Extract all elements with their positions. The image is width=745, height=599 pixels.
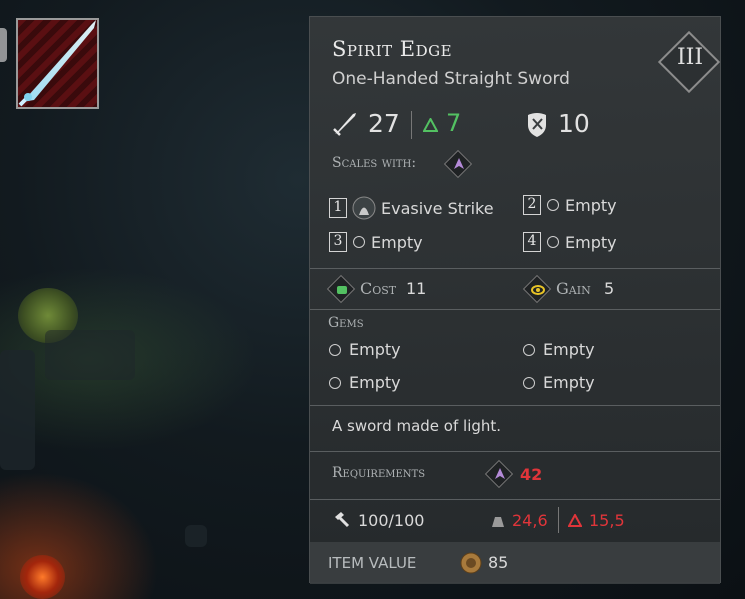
item-value-label: ITEM VALUE bbox=[328, 554, 417, 572]
weight-value: 24,6 bbox=[512, 511, 548, 530]
empty-slot-icon bbox=[547, 236, 559, 248]
section-divider bbox=[310, 405, 720, 406]
slot-label: Evasive Strike bbox=[381, 198, 494, 218]
background-rock bbox=[185, 525, 207, 547]
item-value-footer: ITEM VALUE 85 bbox=[310, 542, 720, 584]
gem-label: Empty bbox=[543, 340, 595, 359]
slot-number: 1 bbox=[329, 198, 347, 218]
damage-value: 27 bbox=[368, 109, 400, 138]
empty-slot-icon bbox=[353, 236, 365, 248]
gem-slot-3[interactable]: Empty bbox=[329, 373, 401, 392]
empty-gem-icon bbox=[523, 376, 535, 389]
scales-with-label: Scales with: bbox=[332, 155, 417, 171]
damage-sword-icon bbox=[333, 113, 356, 136]
damage-bonus-value: 7 bbox=[446, 109, 462, 137]
durability-value: 100/100 bbox=[358, 511, 425, 530]
gems-label: Gems bbox=[328, 315, 364, 331]
cost-label: Cost bbox=[360, 279, 397, 298]
empty-slot-icon bbox=[547, 199, 559, 211]
item-tooltip-panel: Spirit Edge One-Handed Straight Sword II… bbox=[309, 16, 721, 584]
gain-label: Gain bbox=[556, 279, 591, 298]
gem-slot-1[interactable]: Empty bbox=[329, 340, 401, 359]
stagger-value: 10 bbox=[558, 109, 590, 138]
encumbrance-value: 15,5 bbox=[589, 511, 625, 530]
sword-icon bbox=[18, 20, 96, 107]
item-description: A sword made of light. bbox=[332, 417, 502, 435]
equipped-weapon-slot[interactable] bbox=[16, 18, 99, 109]
cost-value: 11 bbox=[406, 279, 427, 298]
stat-divider bbox=[558, 507, 559, 533]
damage-bonus-icon bbox=[423, 118, 438, 132]
item-value-amount: 85 bbox=[488, 553, 509, 572]
empty-gem-icon bbox=[523, 343, 535, 356]
requirement-stat-icon bbox=[495, 468, 505, 479]
slot-number: 4 bbox=[523, 232, 541, 252]
ability-slot-4[interactable]: 4 Empty bbox=[523, 232, 617, 252]
gem-slot-4[interactable]: Empty bbox=[523, 373, 595, 392]
slot-number: 3 bbox=[329, 232, 347, 252]
gem-label: Empty bbox=[543, 373, 595, 392]
slot-number: 2 bbox=[523, 195, 541, 215]
tier-text: III bbox=[676, 45, 704, 70]
section-divider bbox=[310, 499, 720, 500]
item-name: Spirit Edge bbox=[332, 37, 453, 61]
section-divider bbox=[310, 309, 720, 310]
empty-gem-icon bbox=[329, 343, 341, 356]
requirements-label: Requirements bbox=[332, 465, 426, 481]
inventory-side-tab[interactable] bbox=[0, 28, 7, 62]
ability-slot-1[interactable]: 1 Evasive Strike bbox=[329, 195, 494, 221]
ability-slot-3[interactable]: 3 Empty bbox=[329, 232, 423, 252]
gain-value: 5 bbox=[604, 279, 615, 298]
durability-hammer-icon bbox=[335, 512, 350, 528]
requirement-value: 42 bbox=[520, 465, 543, 484]
empty-gem-icon bbox=[329, 376, 341, 389]
gem-slot-2[interactable]: Empty bbox=[523, 340, 595, 359]
coin-icon bbox=[460, 552, 482, 574]
cost-icon bbox=[337, 286, 347, 294]
ability-slot-2[interactable]: 2 Empty bbox=[523, 195, 617, 215]
gem-label: Empty bbox=[349, 340, 401, 359]
gain-eye-icon bbox=[531, 285, 545, 295]
stat-divider bbox=[411, 111, 412, 139]
hooded-figure-icon bbox=[352, 196, 376, 220]
slot-label: Empty bbox=[565, 232, 617, 252]
background-rock bbox=[0, 350, 35, 470]
background-rock bbox=[45, 330, 135, 380]
item-type: One-Handed Straight Sword bbox=[332, 69, 570, 89]
stagger-shield-icon bbox=[528, 113, 546, 137]
section-divider bbox=[310, 268, 720, 269]
slot-label: Empty bbox=[565, 195, 617, 215]
weight-icon bbox=[492, 517, 504, 527]
gem-label: Empty bbox=[349, 373, 401, 392]
section-divider bbox=[310, 451, 720, 452]
scaling-stat-icon bbox=[454, 158, 464, 169]
encumbrance-icon bbox=[568, 514, 582, 527]
slot-label: Empty bbox=[371, 232, 423, 252]
background-fire bbox=[20, 555, 65, 599]
